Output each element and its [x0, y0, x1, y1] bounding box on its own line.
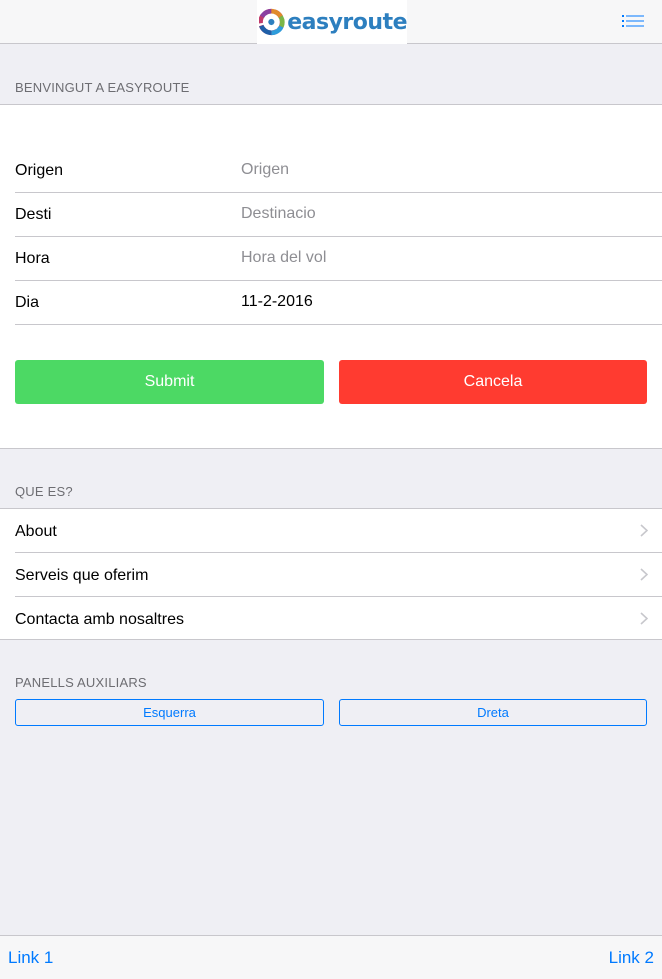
origen-input[interactable] — [241, 157, 641, 183]
easyroute-logo-icon — [259, 8, 285, 36]
desti-row: Desti — [15, 193, 662, 237]
list-item-label: Serveis que oferim — [15, 567, 149, 584]
right-panel-button[interactable]: Dreta — [339, 699, 647, 726]
dia-row: Dia — [15, 281, 662, 325]
about-list: About Serveis que oferim Contacta amb no… — [0, 508, 662, 640]
submit-button[interactable]: Submit — [15, 360, 324, 404]
left-panel-button[interactable]: Esquerra — [15, 699, 324, 726]
list-item-label: Contacta amb nosaltres — [15, 611, 184, 628]
chevron-right-icon — [640, 524, 648, 537]
origen-label: Origen — [15, 162, 64, 179]
about-section-title: QUE ES? — [15, 484, 73, 499]
menu-button[interactable] — [622, 13, 644, 31]
right-panel-label: Dreta — [477, 705, 509, 720]
dia-label: Dia — [15, 294, 40, 311]
cancel-button[interactable]: Cancela — [339, 360, 647, 404]
panels-section-title: PANELLS AUXILIARS — [15, 675, 147, 690]
hora-label: Hora — [15, 250, 50, 267]
origen-row: Origen — [15, 149, 662, 193]
cancel-label: Cancela — [463, 373, 523, 390]
submit-label: Submit — [144, 373, 195, 390]
list-item-services[interactable]: Serveis que oferim — [15, 553, 662, 597]
hora-input[interactable] — [241, 245, 641, 271]
list-item-contact[interactable]: Contacta amb nosaltres — [15, 597, 662, 641]
logo-text: easyroute — [287, 9, 407, 35]
footer-link-2[interactable]: Link 2 — [609, 948, 654, 968]
welcome-section-title: BENVINGUT A EASYROUTE — [15, 80, 190, 95]
left-panel-label: Esquerra — [143, 705, 196, 720]
footer-link-1[interactable]: Link 1 — [8, 948, 53, 968]
navbar: easyroute — [0, 0, 662, 44]
desti-input[interactable] — [241, 201, 641, 227]
dia-input[interactable] — [241, 289, 641, 315]
hora-row: Hora — [15, 237, 662, 281]
chevron-right-icon — [640, 612, 648, 625]
chevron-right-icon — [640, 568, 648, 581]
list-item-label: About — [15, 523, 57, 540]
app-logo: easyroute — [257, 0, 407, 44]
welcome-form-card: Origen Desti Hora Dia Submit Cancela — [0, 104, 662, 449]
list-menu-icon — [622, 15, 644, 27]
desti-label: Desti — [15, 206, 52, 223]
bottom-toolbar: Link 1 Link 2 — [0, 935, 662, 979]
list-item-about[interactable]: About — [15, 509, 662, 553]
